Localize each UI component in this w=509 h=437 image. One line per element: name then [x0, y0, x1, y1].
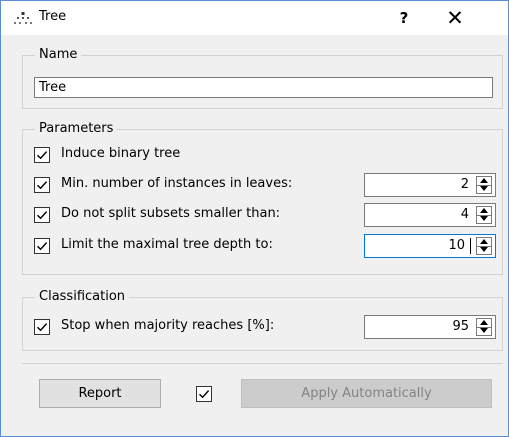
footer-divider	[22, 363, 503, 364]
max-depth-spinbox[interactable]: 10	[364, 234, 496, 258]
checkmark-icon	[37, 181, 48, 190]
title-bar[interactable]: Tree ? ✕	[1, 1, 508, 35]
min-split-label: Do not split subsets smaller than:	[61, 206, 281, 221]
min-instances-checkbox[interactable]	[34, 177, 50, 193]
tree-icon	[14, 12, 32, 26]
spin-arrows	[476, 206, 492, 224]
name-input[interactable]	[34, 77, 493, 98]
close-button[interactable]: ✕	[437, 5, 473, 31]
apply-automatically-button: Apply Automatically	[241, 379, 492, 408]
min-instances-label: Min. number of instances in leaves:	[61, 176, 293, 191]
window-title: Tree	[39, 9, 67, 24]
spin-arrows	[476, 318, 492, 336]
min-instances-value: 2	[460, 177, 469, 192]
checkmark-icon	[37, 323, 48, 332]
classification-legend: Classification	[39, 289, 126, 304]
min-instances-spinbox[interactable]: 2	[364, 173, 496, 197]
help-button[interactable]: ?	[393, 7, 415, 29]
binary-tree-label: Induce binary tree	[61, 146, 181, 161]
min-split-spinbox[interactable]: 4	[364, 203, 496, 227]
max-depth-checkbox[interactable]	[34, 238, 50, 254]
tree-dialog: Tree ? ✕ Name Parameters Induce binary t…	[0, 0, 509, 437]
name-legend: Name	[39, 47, 78, 62]
min-split-checkbox[interactable]	[34, 207, 50, 223]
parameters-legend: Parameters	[39, 121, 114, 136]
majority-spinbox[interactable]: 95	[364, 315, 496, 339]
spin-arrows	[476, 237, 492, 255]
checkmark-icon	[199, 390, 210, 399]
spin-down-icon[interactable]	[477, 246, 491, 254]
majority-checkbox[interactable]	[34, 319, 50, 335]
binary-tree-checkbox[interactable]	[34, 147, 50, 163]
checkmark-icon	[37, 151, 48, 160]
checkmark-icon	[37, 211, 48, 220]
checkmark-icon	[37, 242, 48, 251]
spin-down-icon[interactable]	[477, 185, 491, 193]
spin-down-icon[interactable]	[477, 327, 491, 335]
report-button[interactable]: Report	[39, 379, 161, 408]
close-icon: ✕	[446, 6, 464, 30]
max-depth-label: Limit the maximal tree depth to:	[61, 237, 273, 252]
majority-label: Stop when majority reaches [%]:	[61, 318, 275, 333]
majority-value: 95	[452, 319, 469, 334]
max-depth-value: 10	[448, 238, 465, 253]
spin-down-icon[interactable]	[477, 215, 491, 223]
auto-apply-checkbox[interactable]	[196, 386, 212, 402]
spin-arrows	[476, 176, 492, 194]
min-split-value: 4	[460, 207, 469, 222]
text-caret	[470, 238, 471, 254]
